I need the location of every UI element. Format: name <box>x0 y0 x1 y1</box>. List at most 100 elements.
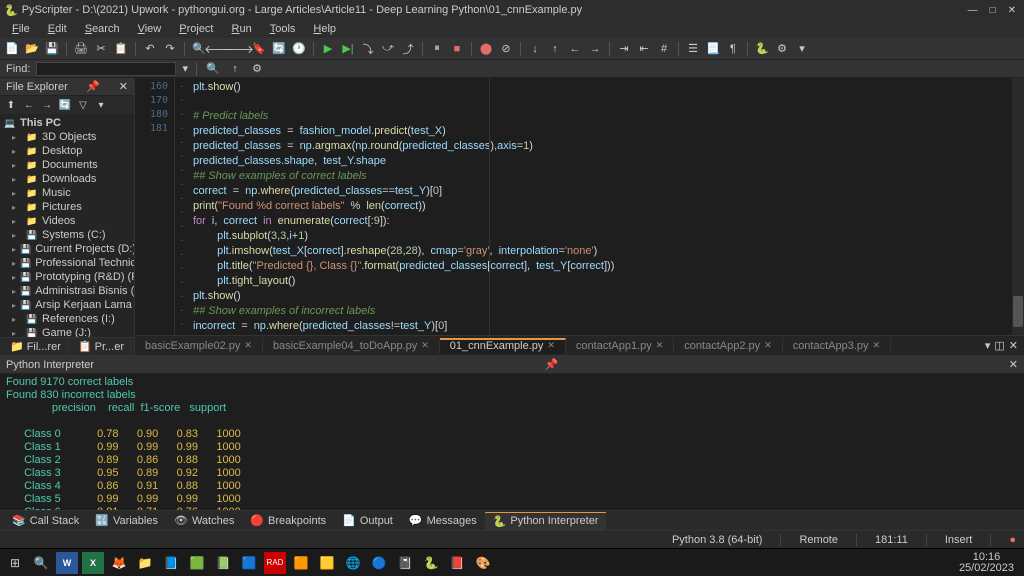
tree-item[interactable]: ▸💾Prototyping (R&D) (F:) <box>0 270 134 284</box>
expand-icon[interactable]: ▸ <box>12 133 22 142</box>
close-tab-icon[interactable]: ✕ <box>1009 339 1018 352</box>
app-icon[interactable]: 🟩 <box>186 552 208 574</box>
editor-tab[interactable]: contactApp1.py✕ <box>566 338 674 354</box>
tab-file-explorer[interactable]: 📁Fil...rer <box>4 339 68 354</box>
page-icon[interactable]: 📃 <box>705 41 721 57</box>
arrow-icon[interactable]: → <box>587 41 603 57</box>
maximize-button[interactable]: □ <box>990 5 996 16</box>
tree-item[interactable]: ▸📁Videos <box>0 214 134 228</box>
expand-icon[interactable]: ▸ <box>12 203 22 212</box>
panel-close-icon[interactable]: ✕ <box>119 80 128 93</box>
gear-icon[interactable]: ⚙ <box>774 41 790 57</box>
pause-icon[interactable]: ⏸ <box>429 41 445 57</box>
menu-tools[interactable]: Tools <box>262 21 304 37</box>
chrome-icon[interactable]: 🌐 <box>342 552 364 574</box>
tree-item[interactable]: ▸📁Downloads <box>0 172 134 186</box>
tree-item[interactable]: ▸📁Music <box>0 186 134 200</box>
tab-close-icon[interactable]: ✕ <box>764 340 772 351</box>
arrow-icon[interactable]: ← <box>567 41 583 57</box>
firefox-icon[interactable]: 🦊 <box>108 552 130 574</box>
fold-column[interactable]: · · · · · · · · · · · · · · · · · · · · … <box>175 78 189 335</box>
find-input[interactable] <box>36 62 176 76</box>
indent-icon[interactable]: ⇥ <box>616 41 632 57</box>
record-icon[interactable]: ⬤ <box>478 41 494 57</box>
tab-close-icon[interactable]: ✕ <box>244 340 252 351</box>
tree-root[interactable]: 💻 This PC <box>0 116 134 130</box>
split-icon[interactable]: ◫ <box>994 339 1004 352</box>
find-options-icon[interactable]: ⚙ <box>249 61 265 77</box>
editor-scrollbar[interactable] <box>1012 78 1024 335</box>
tab-close-icon[interactable]: ✕ <box>547 340 555 351</box>
outdent-icon[interactable]: ⇤ <box>636 41 652 57</box>
tree-item[interactable]: ▸📁3D Objects <box>0 130 134 144</box>
app-icon[interactable]: 📕 <box>446 552 468 574</box>
code-area[interactable]: plt.show() # Predict labels predicted_cl… <box>189 78 1012 335</box>
filter-icon[interactable]: ▽ <box>76 98 90 112</box>
expand-icon[interactable]: ▸ <box>12 315 22 324</box>
app-icon[interactable]: 📗 <box>212 552 234 574</box>
copy-icon[interactable]: 📋 <box>113 41 129 57</box>
menu-file[interactable]: File <box>4 21 38 37</box>
edge-icon[interactable]: 🔵 <box>368 552 390 574</box>
tree-item[interactable]: ▸💾References (I:) <box>0 312 134 326</box>
menu-search[interactable]: Search <box>77 21 128 37</box>
tree-item[interactable]: ▸📁Desktop <box>0 144 134 158</box>
expand-icon[interactable]: ▸ <box>12 329 22 338</box>
open-file-icon[interactable]: 📂 <box>24 41 40 57</box>
run-icon[interactable]: ▶ <box>320 41 336 57</box>
pilcrow-icon[interactable]: ¶ <box>725 41 741 57</box>
editor-body[interactable]: 160 170 180 181 · · · · · · · · · · · · … <box>135 78 1024 335</box>
cut-icon[interactable]: ✂ <box>93 41 109 57</box>
editor-tab[interactable]: 01_cnnExample.py✕ <box>440 338 566 354</box>
tab-list-icon[interactable]: ▾ <box>985 339 991 352</box>
tree-item[interactable]: ▸💾Game (J:) <box>0 326 134 337</box>
tree-item[interactable]: ▸💾Arsip Kerjaan Lama (Portofolio) (H:) <box>0 298 134 312</box>
tree-item[interactable]: ▸💾Current Projects (D:) <box>0 242 134 256</box>
expand-icon[interactable]: ▸ <box>12 217 22 226</box>
undo-icon[interactable]: ↶ <box>142 41 158 57</box>
menu-run[interactable]: Run <box>224 21 260 37</box>
step-into-icon[interactable]: ⤵ <box>360 41 376 57</box>
sync-icon[interactable]: 🔄 <box>271 41 287 57</box>
tree-item[interactable]: ▸💾Systems (C:) <box>0 228 134 242</box>
nav-fwd-icon[interactable]: → <box>40 98 54 112</box>
expand-icon[interactable]: ▸ <box>12 231 22 240</box>
bottom-tab[interactable]: 🔣Variables <box>87 512 166 529</box>
tab-close-icon[interactable]: ✕ <box>421 340 429 351</box>
dropdown-icon[interactable]: ▾ <box>94 98 108 112</box>
app-icon[interactable]: 🟦 <box>238 552 260 574</box>
expand-icon[interactable]: ▸ <box>12 147 22 156</box>
stop-icon[interactable]: ■ <box>449 41 465 57</box>
refresh-icon[interactable]: 🔄 <box>58 98 72 112</box>
bottom-tab[interactable]: 📚Call Stack <box>4 512 87 529</box>
python-icon[interactable]: 🐍 <box>754 41 770 57</box>
tab-close-icon[interactable]: ✕ <box>656 340 664 351</box>
menu-edit[interactable]: Edit <box>40 21 75 37</box>
pyscripter-icon[interactable]: 🐍 <box>420 552 442 574</box>
expand-icon[interactable]: ▸ <box>12 175 22 184</box>
tree-item[interactable]: ▸💾Administrasi Bisnis (G:) <box>0 284 134 298</box>
bottom-tab[interactable]: 🔴Breakpoints <box>242 512 334 529</box>
editor-tab[interactable]: contactApp2.py✕ <box>674 338 782 354</box>
app-icon[interactable]: RAD <box>264 552 286 574</box>
pin-icon[interactable]: 📌 <box>86 80 100 93</box>
start-button[interactable]: ⊞ <box>4 552 26 574</box>
bottom-tab[interactable]: 📄Output <box>334 512 401 529</box>
editor-tab[interactable]: basicExample04_toDoApp.py✕ <box>263 338 440 354</box>
excel-icon[interactable]: X <box>82 552 104 574</box>
editor-tab[interactable]: contactApp3.py✕ <box>783 338 891 354</box>
search-icon[interactable]: 🔍 <box>30 552 52 574</box>
step-over-icon[interactable]: ⤻ <box>380 41 396 57</box>
print-icon[interactable]: 🖨 <box>73 41 89 57</box>
bookmark-icon[interactable]: 🔖 <box>251 41 267 57</box>
menu-help[interactable]: Help <box>305 21 344 37</box>
comment-icon[interactable]: # <box>656 41 672 57</box>
expand-icon[interactable]: ▸ <box>12 273 16 282</box>
bottom-tab[interactable]: 💬Messages <box>401 512 485 529</box>
editor-tab[interactable]: basicExample02.py✕ <box>135 338 263 354</box>
nav-up-icon[interactable]: ⬆ <box>4 98 18 112</box>
tab-close-icon[interactable]: ✕ <box>873 340 881 351</box>
save-icon[interactable]: 💾 <box>44 41 60 57</box>
arrow-icon[interactable]: ↓ <box>527 41 543 57</box>
clock-icon[interactable]: 🕐 <box>291 41 307 57</box>
